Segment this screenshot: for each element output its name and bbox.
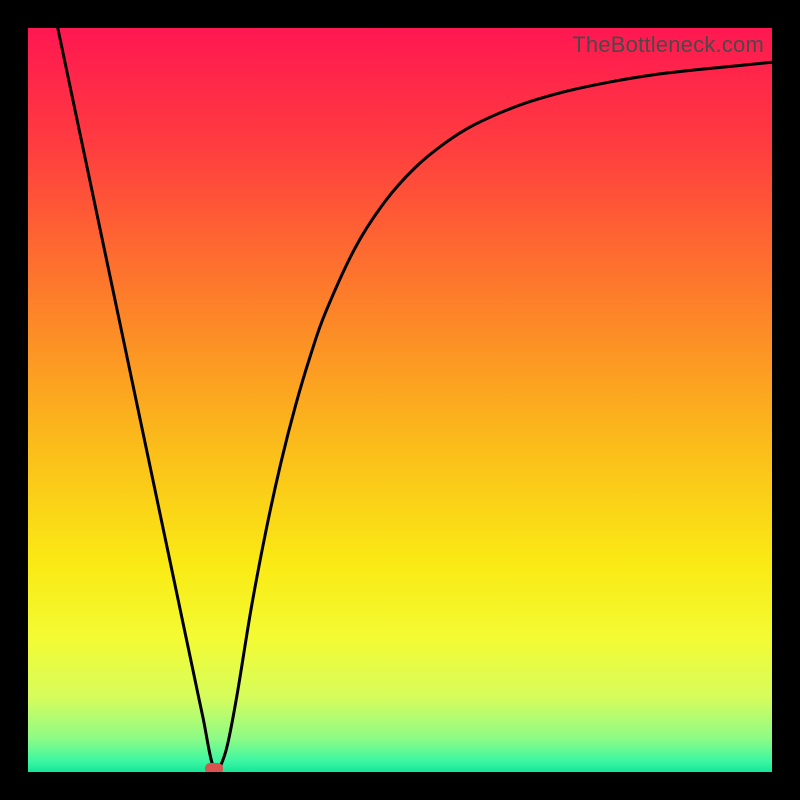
watermark-text: TheBottleneck.com (572, 32, 764, 58)
minimum-marker (205, 763, 223, 772)
bottleneck-chart (28, 28, 772, 772)
gradient-background (28, 28, 772, 772)
plot-frame: TheBottleneck.com (28, 28, 772, 772)
